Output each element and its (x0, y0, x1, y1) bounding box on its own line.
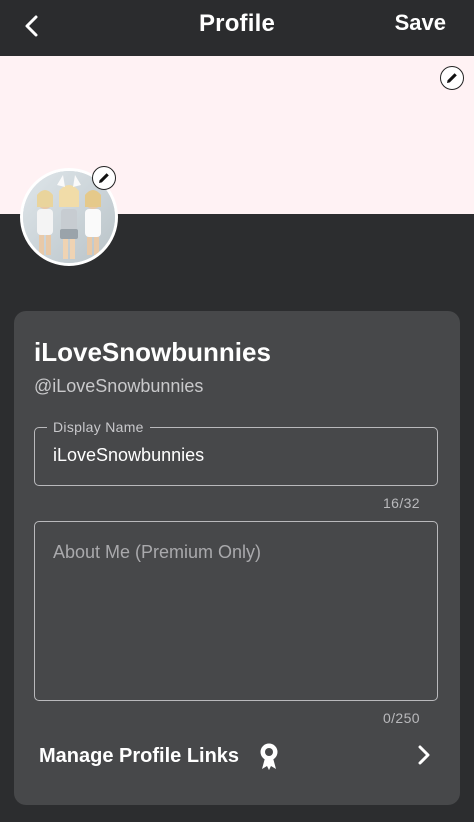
manage-profile-links-row[interactable]: Manage Profile Links (14, 737, 460, 777)
about-me-counter: 0/250 (382, 710, 420, 726)
display-name-label: Display Name (47, 419, 150, 435)
manage-profile-links-label: Manage Profile Links (39, 745, 240, 767)
edit-avatar-button[interactable] (92, 166, 116, 190)
save-button[interactable]: Save (395, 10, 446, 36)
display-name-field[interactable]: Display Name iLoveSnowbunnies (34, 419, 438, 486)
profile-handle: @iLoveSnowbunnies (34, 376, 204, 396)
profile-display-name: iLoveSnowbunnies (34, 337, 271, 367)
pencil-icon (447, 73, 457, 83)
premium-badge-icon (260, 743, 278, 770)
pencil-icon (99, 173, 109, 183)
display-name-input[interactable]: iLoveSnowbunnies (53, 445, 204, 466)
chevron-right-icon (418, 745, 430, 765)
top-app-bar: Profile Save (0, 0, 474, 56)
about-me-field[interactable]: About Me (Premium Only) (34, 521, 438, 701)
display-name-counter: 16/32 (382, 495, 420, 511)
about-me-placeholder: About Me (Premium Only) (53, 542, 262, 562)
edit-banner-button[interactable] (440, 66, 464, 90)
profile-card: iLoveSnowbunnies @iLoveSnowbunnies Displ… (14, 311, 460, 805)
